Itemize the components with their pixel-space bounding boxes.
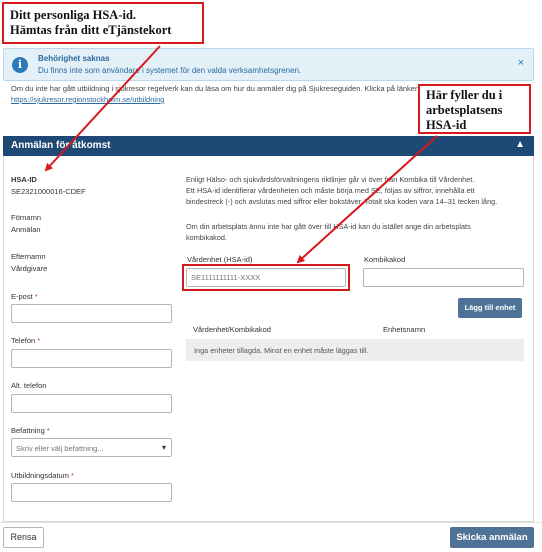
- page: i Behörighet saknas Du finns inte som an…: [0, 0, 542, 552]
- position-select[interactable]: Skriv eller välj befattning... ▾: [11, 438, 172, 457]
- position-label-text: Befattning: [11, 426, 45, 435]
- phone-label: Telefon *: [11, 336, 40, 345]
- required-mark: *: [46, 426, 50, 435]
- footer-divider: [0, 522, 542, 523]
- info-text: Om du inte har gått utbildning i sjukres…: [11, 84, 420, 93]
- hsa-id-label: HSA-ID: [11, 175, 37, 184]
- lastname-label: Efternamn: [11, 252, 46, 261]
- column-header-unit: Vårdenhet/Kombikakod: [193, 325, 271, 334]
- workplace-callout: Här fyller du i arbetsplatsens HSA-id: [418, 84, 531, 134]
- description-line-3: bindestreck (-) och avslutas med siffror…: [186, 197, 498, 206]
- email-label: E-post *: [11, 292, 38, 301]
- highlight-box: [182, 264, 350, 291]
- firstname-label: Förnamn: [11, 213, 42, 222]
- chevron-up-icon[interactable]: ▲: [515, 139, 525, 150]
- education-date-label-text: Utbildningsdatum: [11, 471, 69, 480]
- panel-header[interactable]: Anmälan för åtkomst ▲: [3, 136, 534, 156]
- required-mark: *: [71, 471, 74, 480]
- position-label: Befattning *: [11, 426, 50, 435]
- firstname-value: Anmälan: [11, 225, 41, 234]
- alert-title: Behörighet saknas: [38, 54, 110, 63]
- callout-line: Ditt personliga HSA-id.: [10, 8, 137, 22]
- permission-alert: i Behörighet saknas Du finns inte som an…: [3, 48, 534, 81]
- callout-line: HSA-id: [426, 118, 467, 132]
- description-line-4: Om din arbetsplats ännu inte har gått öv…: [186, 222, 471, 231]
- chevron-down-icon: ▾: [161, 443, 166, 452]
- callout-line: Hämtas från ditt eTjänstekort: [10, 23, 172, 37]
- add-unit-button[interactable]: Lägg till enhet: [458, 298, 522, 318]
- info-icon: i: [12, 57, 28, 73]
- education-date-field[interactable]: [11, 483, 172, 502]
- lastname-value: Vårdgivare: [11, 264, 48, 273]
- required-mark: *: [37, 336, 41, 345]
- column-header-unit-name: Enhetsnamn: [383, 325, 426, 334]
- education-date-label: Utbildningsdatum *: [11, 471, 74, 480]
- alert-text: Du finns inte som användare i systemet f…: [38, 66, 302, 75]
- phone-field[interactable]: [11, 349, 172, 368]
- description-line-5: kombikakod.: [186, 233, 227, 242]
- hsa-id-callout: Ditt personliga HSA-id. Hämtas från ditt…: [2, 2, 204, 44]
- close-icon[interactable]: ×: [518, 57, 524, 69]
- panel-title: Anmälan för åtkomst: [11, 140, 111, 151]
- callout-line: arbetsplatsens: [426, 103, 503, 117]
- required-mark: *: [34, 292, 38, 301]
- reset-button[interactable]: Rensa: [3, 527, 44, 548]
- description-line-2: Ett HSA-id identifierar vårdenheten och …: [186, 186, 475, 195]
- hsa-id-value: SE2321000016-CDEF: [11, 187, 86, 196]
- email-field[interactable]: [11, 304, 172, 323]
- kombikakod-input[interactable]: [363, 268, 524, 287]
- callout-line: Här fyller du i: [426, 88, 503, 102]
- education-link[interactable]: https://sjukresor.regionstockholm.se/utb…: [11, 95, 164, 104]
- submit-button[interactable]: Skicka anmälan: [450, 527, 534, 548]
- empty-message: Inga enheter tillagda. Minst en enhet må…: [194, 346, 369, 355]
- description-line-1: Enligt Hälso- och sjukvårdsförvaltningen…: [186, 175, 475, 184]
- vardenhet-label: Vårdenhet (HSA-id): [187, 255, 253, 264]
- phone-label-text: Telefon: [11, 336, 36, 345]
- alt-phone-label: Alt. telefon: [11, 381, 47, 390]
- table-empty-row: Inga enheter tillagda. Minst en enhet må…: [186, 339, 524, 361]
- position-placeholder: Skriv eller välj befattning...: [16, 444, 104, 453]
- kombikakod-label: Kombikakod: [364, 255, 406, 264]
- alt-phone-field[interactable]: [11, 394, 172, 413]
- email-label-text: E-post: [11, 292, 33, 301]
